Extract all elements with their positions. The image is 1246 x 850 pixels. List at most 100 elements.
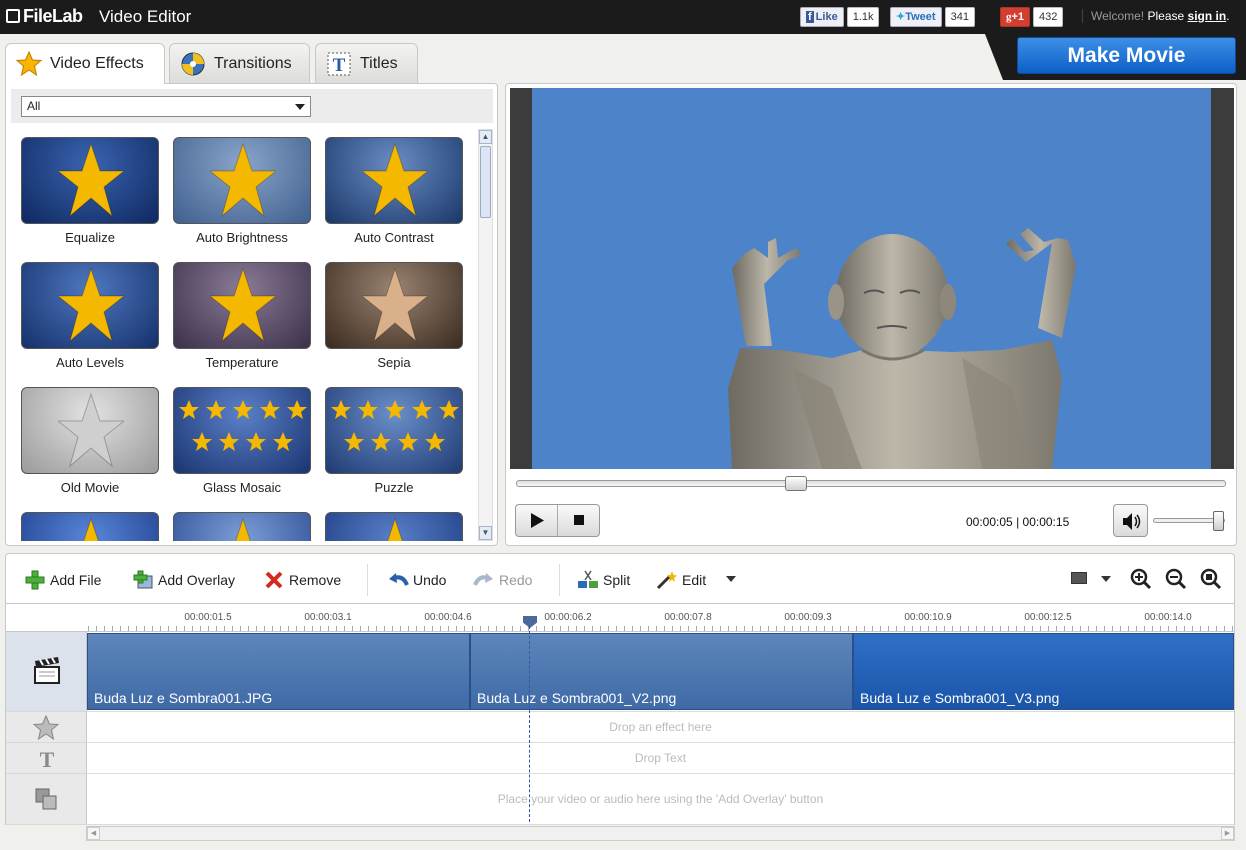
star-icon <box>210 142 276 218</box>
stop-button[interactable] <box>558 505 600 536</box>
clip-name: Buda Luz e Sombra001.JPG <box>94 690 273 706</box>
timeline-ruler[interactable]: 00:00:01.5 00:00:03.1 00:00:04.6 00:00:06.2… <box>5 604 1235 632</box>
add-file-button[interactable]: Add File <box>24 569 101 591</box>
zoom-fit-icon[interactable] <box>1200 568 1222 590</box>
effect-thumbnail <box>21 387 159 474</box>
tab-transitions-label: Transitions <box>214 55 292 72</box>
overlay-film-icon <box>35 788 57 810</box>
undo-button[interactable]: Undo <box>387 569 446 591</box>
tweet-count: 341 <box>944 7 975 27</box>
video-clip[interactable]: Buda Luz e Sombra001.JPG <box>87 633 470 710</box>
please-label: Please <box>1147 9 1185 23</box>
welcome-text: Welcome! Please sign in. <box>1082 9 1230 23</box>
video-clip[interactable]: Buda Luz e Sombra001_V3.png <box>853 633 1234 710</box>
facebook-like-button[interactable]: f Like <box>800 7 844 27</box>
magic-wand-icon <box>656 571 677 590</box>
current-time: 00:00:05 <box>966 515 1013 529</box>
star-icon <box>58 267 124 343</box>
puzzle-icon <box>331 400 459 451</box>
tab-titles[interactable]: T Titles <box>315 43 418 83</box>
effect-item[interactable] <box>172 512 312 541</box>
effect-item[interactable]: Auto Brightness <box>172 137 312 247</box>
scroll-right-icon[interactable]: ▶ <box>1221 827 1234 840</box>
effects-track[interactable]: Drop an effect here <box>87 712 1234 743</box>
sign-in-link[interactable]: sign in <box>1188 9 1227 23</box>
tweet-button[interactable]: ✦Tweet <box>890 7 942 27</box>
redo-button[interactable]: Redo <box>473 569 532 591</box>
zoom-in-icon[interactable] <box>1130 568 1152 590</box>
text-drop-hint: Drop Text <box>634 751 687 765</box>
effects-grid: Equalize Auto Brightness Auto Contrast Auto… <box>6 129 476 541</box>
effect-drop-hint: Drop an effect here <box>609 720 712 734</box>
split-button[interactable]: Split <box>577 569 630 591</box>
transitions-icon <box>181 52 205 76</box>
aspect-dropdown-chevron-icon[interactable] <box>1101 576 1111 582</box>
add-overlay-button[interactable]: Add Overlay <box>132 569 235 591</box>
effect-item[interactable]: Puzzle <box>324 387 464 497</box>
filelab-logo[interactable]: FileLab <box>6 6 83 27</box>
volume-slider[interactable] <box>1153 511 1225 531</box>
effect-item[interactable] <box>324 512 464 541</box>
scroll-left-icon[interactable]: ◀ <box>87 827 100 840</box>
seek-bar[interactable] <box>516 476 1226 491</box>
effect-item[interactable]: Old Movie <box>20 387 160 497</box>
play-button[interactable] <box>516 505 558 536</box>
effect-label: Auto Contrast <box>354 230 434 245</box>
facebook-like-widget: f Like 1.1k <box>800 7 880 27</box>
twitter-bird-icon: ✦ <box>896 11 906 23</box>
speaker-icon <box>1123 513 1141 530</box>
mute-button[interactable] <box>1113 504 1148 537</box>
aspect-ratio-icon[interactable] <box>1071 572 1087 584</box>
tab-titles-label: Titles <box>360 55 398 72</box>
edit-dropdown-chevron-icon[interactable] <box>726 576 736 582</box>
time-display: 00:00:05 | 00:00:15 <box>966 515 1069 529</box>
effect-item[interactable] <box>20 512 160 541</box>
overlay-track-header <box>6 774 87 825</box>
remove-button[interactable]: Remove <box>263 569 341 591</box>
video-track-header[interactable] <box>6 632 87 712</box>
effect-item[interactable]: Auto Contrast <box>324 137 464 247</box>
video-clip[interactable]: Buda Luz e Sombra001_V2.png <box>470 633 853 710</box>
top-bar: FileLab Video Editor f Like 1.1k ✦Tweet 341… <box>0 0 1246 34</box>
effect-thumbnail <box>173 512 311 541</box>
effect-item[interactable]: Auto Levels <box>20 262 160 372</box>
text-track[interactable]: Drop Text <box>87 743 1234 774</box>
google-plus-button[interactable]: g+1 <box>1000 7 1031 27</box>
mosaic-icon <box>179 400 307 451</box>
overlay-track[interactable]: Place your video or audio here using the… <box>87 774 1234 825</box>
make-movie-button[interactable]: Make Movie <box>1017 37 1236 74</box>
twitter-widget: ✦Tweet 341 <box>890 7 975 27</box>
effect-label: Glass Mosaic <box>202 480 282 495</box>
redo-label: Redo <box>499 572 533 588</box>
effect-item[interactable]: Equalize <box>20 137 160 247</box>
tab-transitions[interactable]: Transitions <box>169 43 310 83</box>
effects-track-header <box>6 712 87 743</box>
effects-panel: All Equalize Auto Brightness Auto Contrast… <box>5 83 498 546</box>
effect-label: Temperature <box>205 355 279 370</box>
video-track: Buda Luz e Sombra001.JPG Buda Luz e Somb… <box>87 632 1234 712</box>
scroll-down-icon[interactable]: ▼ <box>479 526 492 540</box>
effects-category-value: All <box>27 99 41 113</box>
effect-item[interactable]: Sepia <box>324 262 464 372</box>
seek-handle[interactable] <box>785 476 807 491</box>
google-plus-label: +1 <box>1011 11 1025 23</box>
volume-handle[interactable] <box>1213 511 1224 531</box>
scrollbar-thumb[interactable] <box>480 146 491 218</box>
scroll-up-icon[interactable]: ▲ <box>479 130 492 144</box>
effect-item[interactable]: Temperature <box>172 262 312 372</box>
effects-category-select[interactable]: All <box>21 96 311 117</box>
logo-text: FileLab <box>23 6 83 26</box>
effect-item[interactable]: Glass Mosaic <box>172 387 312 497</box>
timeline-scrollbar[interactable]: ◀ ▶ <box>86 826 1235 841</box>
zoom-out-icon[interactable] <box>1165 568 1187 590</box>
tab-video-effects[interactable]: Video Effects <box>5 43 165 84</box>
edit-button[interactable]: Edit <box>656 569 706 591</box>
stop-icon <box>574 515 584 525</box>
effect-thumbnail <box>325 262 463 349</box>
ruler-time-label: 00:00:03.1 <box>304 612 352 623</box>
facebook-like-label: Like <box>815 11 838 23</box>
total-time: 00:00:15 <box>1022 515 1070 529</box>
effects-scrollbar[interactable]: ▲ ▼ <box>478 129 493 541</box>
facebook-icon: f <box>806 11 814 23</box>
text-track-header: T <box>6 743 87 774</box>
